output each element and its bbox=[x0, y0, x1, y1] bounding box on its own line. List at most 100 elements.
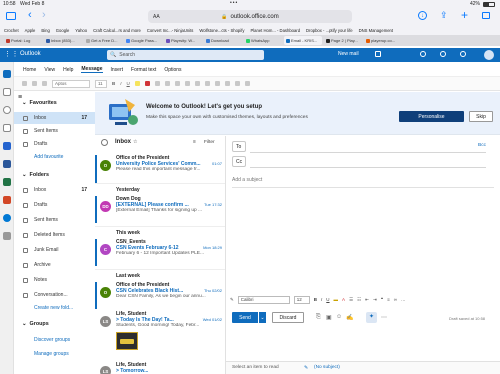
link-icon[interactable]: ∞ bbox=[394, 297, 397, 302]
multitask-dots-icon[interactable]: ••• bbox=[230, 0, 238, 6]
underline-button[interactable]: U bbox=[127, 81, 130, 86]
select-all-checkbox[interactable] bbox=[101, 139, 108, 146]
people-icon[interactable] bbox=[3, 106, 11, 114]
folder-item-drafts[interactable]: Drafts bbox=[14, 199, 95, 211]
powerpoint-icon[interactable] bbox=[3, 196, 11, 204]
folders-header[interactable]: ⌄ Folders bbox=[22, 172, 49, 178]
star-icon[interactable]: ☆ bbox=[133, 139, 137, 145]
tab-insert[interactable]: Insert bbox=[111, 67, 124, 73]
bookmark[interactable]: DNS Management bbox=[359, 28, 393, 33]
emoji-icon[interactable]: ☺ bbox=[336, 314, 342, 320]
search-box[interactable]: 🔍 Search bbox=[107, 50, 264, 60]
new-tab-icon[interactable]: + bbox=[461, 8, 468, 22]
tab-help[interactable]: Help bbox=[63, 67, 73, 73]
bookmark[interactable]: Crochet bbox=[4, 28, 19, 33]
discard-button[interactable]: Discard bbox=[272, 312, 304, 323]
avatar[interactable] bbox=[484, 50, 494, 60]
numbering-icon[interactable]: ☷ bbox=[357, 297, 361, 303]
sidebar-toggle-icon[interactable] bbox=[6, 12, 16, 20]
download-icon[interactable]: ↓ bbox=[418, 11, 427, 20]
bullets-icon[interactable] bbox=[154, 81, 160, 86]
attach-file-icon[interactable]: ⎘ bbox=[316, 314, 321, 321]
calendar-icon[interactable] bbox=[375, 51, 381, 57]
list-item[interactable]: O Office of the President University Pol… bbox=[95, 155, 225, 183]
tab-message[interactable]: Message bbox=[81, 66, 103, 73]
create-new-folder-link[interactable]: Create new fold... bbox=[14, 302, 95, 314]
reader-icon[interactable]: AA bbox=[153, 14, 160, 20]
outdent-icon[interactable] bbox=[174, 81, 180, 86]
bookmark[interactable]: Planet Hom... - Dashboard bbox=[250, 28, 300, 33]
editor-icon[interactable]: ✦ bbox=[366, 312, 377, 323]
personalise-button[interactable]: Personalise bbox=[399, 111, 464, 122]
draft-tab[interactable]: (No subject) bbox=[314, 365, 340, 370]
attachment-icon[interactable] bbox=[3, 124, 11, 132]
browser-tab[interactable]: Inbox (853)... bbox=[44, 36, 82, 45]
settings-icon[interactable] bbox=[440, 51, 446, 57]
browser-tab[interactable]: Playrsity: W... bbox=[164, 36, 202, 45]
browser-tab[interactable]: Portal: Log bbox=[4, 36, 42, 45]
skip-button[interactable]: Skip bbox=[469, 111, 493, 122]
emoji-icon[interactable] bbox=[234, 81, 240, 86]
folder-item-notes[interactable]: Notes bbox=[14, 274, 95, 286]
manage-groups-link[interactable]: Manage groups bbox=[14, 348, 95, 360]
list-item[interactable]: LS Life, Student > Today Is The Day! Ta.… bbox=[95, 311, 225, 359]
indent-icon[interactable] bbox=[184, 81, 190, 86]
bookmark[interactable]: Apple bbox=[25, 28, 36, 33]
folder-item-deleted[interactable]: Deleted Items bbox=[14, 229, 95, 241]
underline-icon[interactable]: U bbox=[326, 297, 329, 302]
more-icon[interactable] bbox=[244, 81, 250, 86]
favourites-header[interactable]: ⌄ Favourites bbox=[22, 100, 57, 106]
attachment-thumbnail[interactable] bbox=[116, 332, 138, 350]
browser-tab[interactable]: Get a Free D... bbox=[84, 36, 122, 45]
font-picker[interactable]: Aptos bbox=[52, 79, 90, 88]
link-icon[interactable] bbox=[204, 81, 210, 86]
numbering-icon[interactable] bbox=[164, 81, 170, 86]
folder-item-sent[interactable]: Sent Items bbox=[14, 125, 95, 137]
decrease-indent-icon[interactable]: ⇤ bbox=[365, 297, 369, 303]
font-family-dropdown[interactable]: Calibri bbox=[237, 295, 290, 304]
list-item[interactable]: C CSN_Events CSN Events February 6-12 Mon… bbox=[95, 239, 225, 266]
excel-icon[interactable] bbox=[3, 178, 11, 186]
bookmark[interactable]: Google bbox=[56, 28, 70, 33]
bookmark[interactable]: Wolfstone...cts - Shopify bbox=[199, 28, 244, 33]
folder-item-inbox[interactable]: Inbox 17 bbox=[14, 184, 95, 196]
folder-item-conversation[interactable]: Conversation... bbox=[14, 289, 95, 301]
bookmark[interactable]: Dropbox - ...ptify your life bbox=[306, 28, 353, 33]
font-color-icon[interactable] bbox=[144, 81, 150, 86]
to-button[interactable]: To bbox=[232, 141, 246, 152]
cc-button[interactable]: Cc bbox=[232, 156, 246, 167]
bold-icon[interactable]: B bbox=[314, 297, 317, 302]
highlight-icon[interactable]: ▬ bbox=[334, 297, 339, 302]
signature-icon[interactable]: ✍ bbox=[346, 314, 353, 321]
search-input[interactable]: Search bbox=[119, 52, 135, 58]
list-item[interactable]: O Office of the President CSN Celebrates… bbox=[95, 282, 225, 309]
attach-icon[interactable] bbox=[214, 81, 220, 86]
browser-tab[interactable]: WhatsApp bbox=[244, 36, 282, 45]
discover-groups-link[interactable]: Discover groups bbox=[14, 334, 95, 346]
cc-input[interactable] bbox=[250, 155, 480, 167]
browser-tab[interactable]: Download bbox=[204, 36, 242, 45]
address-bar[interactable]: AA 🔒 outlook.office.com bbox=[148, 10, 352, 23]
add-favourite-link[interactable]: Add favourite bbox=[14, 151, 95, 163]
browser-tab[interactable]: Page 2 | Play... bbox=[324, 36, 362, 45]
browser-tab-active[interactable]: Email - KRIS... bbox=[284, 36, 322, 45]
share-icon[interactable]: ⇪ bbox=[440, 10, 448, 21]
new-mail-label[interactable]: New mail bbox=[338, 51, 359, 57]
app-launcher-icon[interactable]: ⋮⋮ bbox=[4, 50, 19, 59]
word-icon[interactable] bbox=[3, 160, 11, 168]
folder-item-sent[interactable]: Sent Items bbox=[14, 214, 95, 226]
bookmark[interactable]: Bing bbox=[41, 28, 49, 33]
message-body[interactable] bbox=[232, 189, 494, 289]
hamburger-icon[interactable] bbox=[22, 81, 27, 86]
to-input[interactable] bbox=[250, 140, 450, 152]
folder-item-archive[interactable]: Archive bbox=[14, 259, 95, 271]
bookmark[interactable]: Convert Inc...- NinjaUnits bbox=[147, 28, 194, 33]
italic-icon[interactable]: I bbox=[321, 297, 322, 302]
undo-icon[interactable] bbox=[32, 81, 37, 86]
font-size-dropdown[interactable]: 12 bbox=[293, 295, 310, 304]
tab-format-text[interactable]: Format text bbox=[131, 67, 156, 73]
folder-item-inbox[interactable]: Inbox 17 bbox=[14, 112, 95, 124]
filter-icon[interactable]: ≡ bbox=[193, 139, 196, 145]
folder-item-junk[interactable]: Junk Email bbox=[14, 244, 95, 256]
forward-icon[interactable]: › bbox=[42, 9, 46, 21]
